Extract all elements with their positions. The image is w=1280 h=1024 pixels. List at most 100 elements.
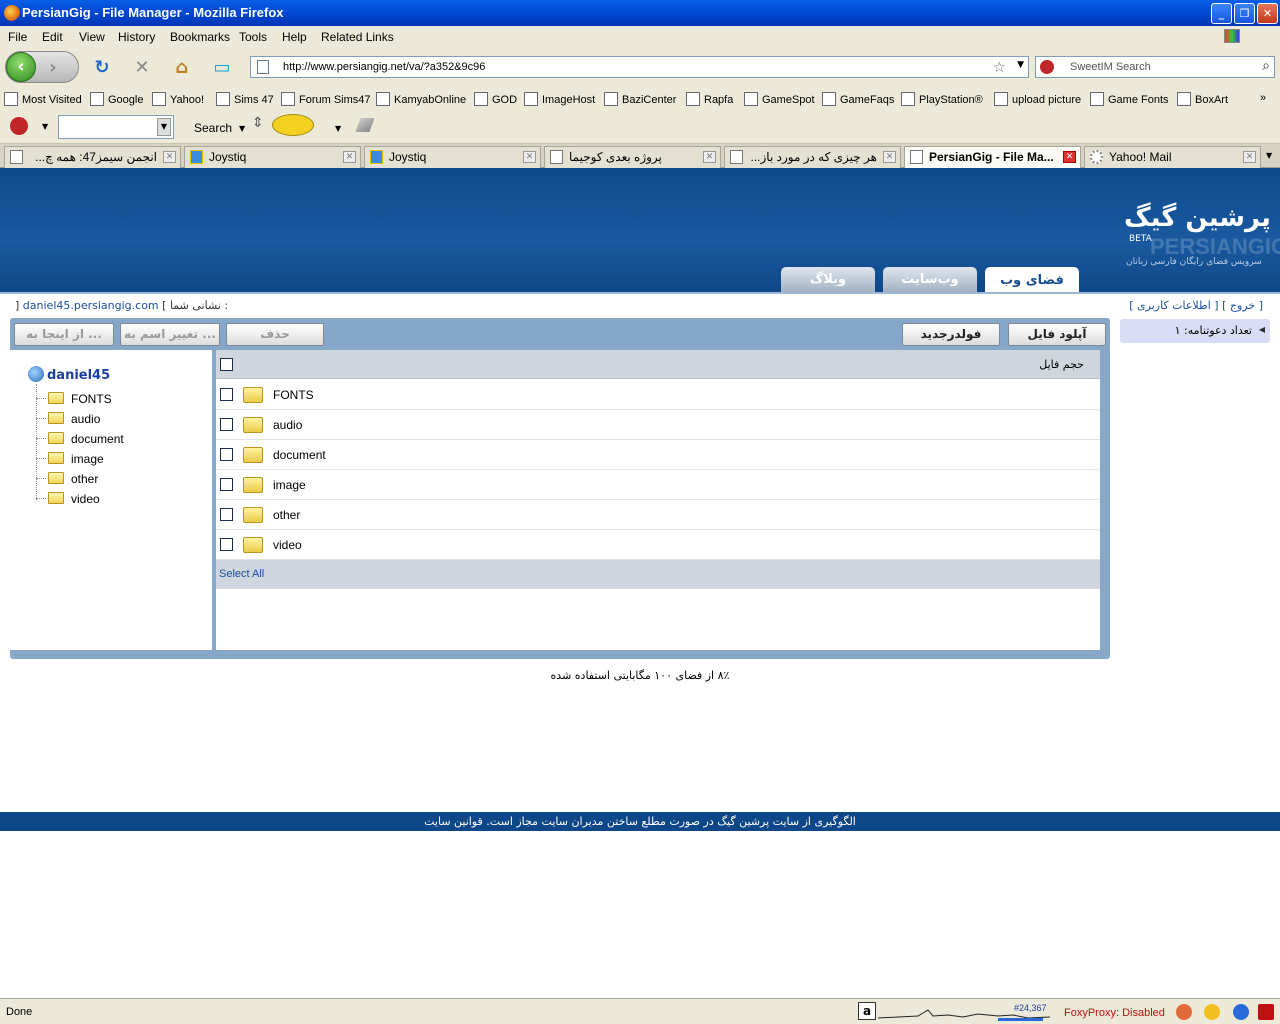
menu-view[interactable]: View (79, 30, 105, 44)
browser-tab[interactable]: هر چیزی که در مورد باز... ✕ (724, 146, 901, 168)
row-checkbox[interactable] (220, 508, 233, 521)
close-tab-icon[interactable]: ✕ (703, 151, 716, 163)
home-icon[interactable]: ⌂ (171, 57, 193, 79)
close-tab-icon[interactable]: ✕ (883, 151, 896, 163)
file-row[interactable] (216, 440, 1100, 470)
search-engine-icon[interactable] (1040, 60, 1054, 74)
bookmark-star-icon[interactable]: ☆ (993, 58, 1006, 76)
row-name[interactable]: document (273, 448, 326, 462)
back-button[interactable]: ‹ (6, 52, 36, 82)
menu-related-links[interactable]: Related Links (321, 30, 394, 44)
tree-item-fonts[interactable]: FONTS (36, 392, 112, 406)
browser-tab[interactable]: Joystiq ✕ (364, 146, 541, 168)
forward-icon[interactable]: › (42, 57, 64, 79)
tab-weblog[interactable]: وبلاگ (781, 267, 875, 293)
tab-list-icon[interactable]: ▼ (1266, 151, 1272, 160)
browser-tab[interactable]: انجمن سیمز47: همه چ... ✕ (4, 146, 181, 168)
bookmark-item[interactable]: Forum Sims47 (281, 92, 371, 106)
bookmark-item[interactable]: GameSpot (744, 92, 815, 106)
site-address-link[interactable]: daniel45.persiangig.com (23, 299, 159, 312)
bookmark-item[interactable]: BaziCenter (604, 92, 676, 106)
tree-item-audio[interactable]: audio (36, 412, 100, 426)
addon-icon[interactable] (1233, 1004, 1249, 1020)
delete-button[interactable]: حذف (226, 323, 324, 346)
search-icon[interactable]: ⌕ (1262, 58, 1270, 74)
tree-item-document[interactable]: document (36, 432, 124, 446)
file-row[interactable] (216, 410, 1100, 440)
menu-tools[interactable]: Tools (239, 30, 267, 44)
sidebar-icon[interactable]: ▭ (211, 57, 233, 79)
user-info-link[interactable]: [ اطلاعات کاربری ] (1129, 299, 1218, 312)
bookmark-item[interactable]: GameFaqs (822, 92, 894, 106)
minimize-button[interactable]: _ (1211, 3, 1232, 24)
sweetim-icon[interactable] (10, 117, 28, 135)
tree-root[interactable]: daniel45 (28, 366, 110, 383)
file-row[interactable] (216, 380, 1100, 410)
bookmark-item[interactable]: ImageHost (524, 92, 595, 106)
row-checkbox[interactable] (220, 448, 233, 461)
close-tab-icon[interactable]: ✕ (1243, 151, 1256, 163)
restore-button[interactable]: ❐ (1234, 3, 1255, 24)
file-row[interactable] (216, 500, 1100, 530)
addon-icon[interactable] (1258, 1004, 1274, 1020)
row-name[interactable]: image (273, 478, 306, 492)
row-checkbox[interactable] (220, 418, 233, 431)
search-box[interactable]: SweetIM Search ⌕ (1035, 56, 1275, 78)
browser-tab-active[interactable]: PersianGig - File Ma... ✕ (904, 146, 1081, 168)
bookmark-item[interactable]: Google (90, 92, 143, 106)
site-logo[interactable]: پرشین گیگ (1124, 203, 1271, 233)
color-icon[interactable] (1224, 29, 1240, 43)
dropdown-icon[interactable]: ▼ (239, 124, 245, 133)
browser-tab[interactable]: Joystiq ✕ (184, 146, 361, 168)
bookmarks-overflow-icon[interactable]: » (1260, 92, 1266, 104)
browser-tab[interactable]: پروژه بعدی کوجیما ✕ (544, 146, 721, 168)
rename-button[interactable]: تغییر اسم به ... (120, 323, 220, 346)
logout-link[interactable]: [ خروج ] (1222, 299, 1263, 312)
row-name[interactable]: other (273, 508, 300, 522)
menu-help[interactable]: Help (282, 30, 307, 44)
menu-edit[interactable]: Edit (42, 30, 63, 44)
tree-item-video[interactable]: video (36, 492, 100, 506)
bookmark-item[interactable]: Sims 47 (216, 92, 274, 106)
addon-icon[interactable] (1176, 1004, 1192, 1020)
move-button[interactable]: از اینجا به ... (14, 323, 114, 346)
dropdown-icon[interactable]: ▼ (42, 122, 48, 131)
bookmark-item[interactable]: Rapfa (686, 92, 733, 106)
row-checkbox[interactable] (220, 388, 233, 401)
row-name[interactable]: audio (273, 418, 302, 432)
alexa-icon[interactable]: a (858, 1002, 876, 1020)
url-bar[interactable]: http://www.persiangig.net/va/?a352&9c96 … (250, 56, 1029, 78)
bookmark-item[interactable]: Most Visited (4, 92, 82, 106)
foxyproxy-status[interactable]: FoxyProxy: Disabled (1064, 1007, 1165, 1019)
close-tab-icon[interactable]: ✕ (523, 151, 536, 163)
row-checkbox[interactable] (220, 538, 233, 551)
menu-bookmarks[interactable]: Bookmarks (170, 30, 230, 44)
bookmark-item[interactable]: Game Fonts (1090, 92, 1169, 106)
close-tab-icon[interactable]: ✕ (1063, 151, 1076, 163)
file-row[interactable] (216, 530, 1100, 560)
select-all-checkbox[interactable] (220, 358, 233, 371)
bookmark-item[interactable]: upload picture (994, 92, 1081, 106)
tab-website[interactable]: وب‌سایت (883, 267, 977, 293)
bookmark-item[interactable]: BoxArt (1177, 92, 1228, 106)
close-tab-icon[interactable]: ✕ (163, 151, 176, 163)
dropdown-icon[interactable]: ▼ (335, 124, 341, 133)
bookmark-item[interactable]: Yahoo! (152, 92, 204, 106)
select-all-link[interactable]: Select All (219, 568, 264, 580)
combo-arrow-icon[interactable]: ▼ (157, 118, 171, 136)
bookmark-item[interactable]: GOD (474, 92, 517, 106)
smiley-icon[interactable] (272, 114, 314, 136)
row-checkbox[interactable] (220, 478, 233, 491)
tree-item-other[interactable]: other (36, 472, 98, 486)
column-size-header[interactable]: حجم فایل (1039, 358, 1084, 371)
bookmark-item[interactable]: KamyabOnline (376, 92, 466, 106)
new-folder-button[interactable]: فولدرجدید (902, 323, 1000, 346)
reload-icon[interactable]: ↻ (91, 57, 113, 79)
stop-icon[interactable]: ✕ (131, 57, 153, 79)
close-window-button[interactable]: ✕ (1257, 3, 1278, 24)
url-dropdown-icon[interactable]: ▼ (1017, 60, 1024, 70)
file-row[interactable] (216, 470, 1100, 500)
menu-file[interactable]: File (8, 30, 27, 44)
close-tab-icon[interactable]: ✕ (343, 151, 356, 163)
menu-history[interactable]: History (118, 30, 155, 44)
